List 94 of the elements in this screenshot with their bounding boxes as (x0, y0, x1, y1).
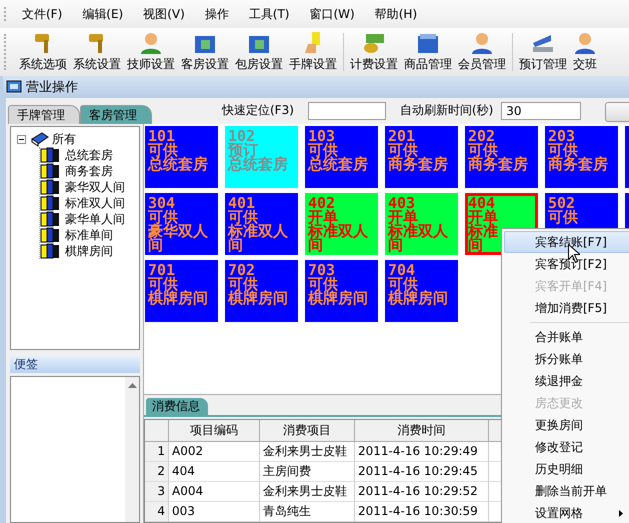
book-icon (40, 211, 62, 227)
menu-item[interactable]: 视图(V) (137, 4, 191, 24)
quick-locate-field[interactable] (308, 102, 386, 120)
person-icon (139, 31, 163, 55)
menu-item[interactable]: 设置网格 (504, 502, 629, 523)
person-icon (470, 31, 494, 55)
menu-item[interactable]: 更换房间 (504, 414, 629, 436)
book-icon (40, 195, 62, 211)
menu-item[interactable]: 编辑(E) (76, 4, 130, 24)
book-icon (40, 227, 62, 243)
menu-item[interactable]: 修改登记 (504, 436, 629, 458)
toolbar-button[interactable]: 系统选项 (17, 31, 69, 73)
menu-item[interactable]: 工具(T) (242, 4, 296, 24)
column-header[interactable]: 项目编码 (169, 420, 260, 442)
notes-area[interactable] (10, 376, 140, 523)
room-tile[interactable]: 703 可供 棋牌房间 (305, 260, 378, 322)
book-icon (40, 163, 62, 179)
room-tile[interactable]: 704 可供 棋牌房间 (385, 260, 458, 322)
window-title: 营业操作 (26, 79, 78, 96)
room-tile[interactable]: 201 可供 商务套房 (385, 126, 458, 188)
table-cell: 金利来男士皮鞋 (260, 442, 355, 462)
menu-item[interactable]: 宾客预订[F2] (504, 253, 629, 275)
tree-item[interactable]: 标准单间 (65, 226, 113, 244)
table-cell: A002 (169, 442, 260, 462)
tree-item[interactable]: 豪华双人间 (65, 178, 125, 196)
scroll-up-icon (128, 383, 136, 388)
room-tile[interactable]: 701 可供 棋牌房间 (145, 260, 218, 322)
tree-item[interactable]: 豪华单人间 (65, 210, 125, 228)
button[interactable] (605, 102, 629, 122)
menu-item[interactable]: 历史明细 (504, 458, 629, 480)
menu-item[interactable]: 增加消费[F5] (504, 297, 629, 319)
tree-item[interactable]: 总统套房 (65, 146, 113, 164)
toolbar-button[interactable]: 计费设置 (348, 31, 400, 73)
book-icon (40, 147, 62, 163)
menu-item[interactable]: 帮助(H) (368, 4, 424, 24)
book-icon (40, 179, 62, 195)
books-icon (30, 131, 50, 147)
table-cell: A004 (169, 482, 260, 502)
tab[interactable]: 手牌管理 (8, 105, 80, 124)
book-icon (40, 243, 62, 259)
toolbar-button[interactable]: 手牌设置 (287, 31, 339, 73)
toolbar-button[interactable]: 技师设置 (125, 31, 177, 73)
room-tile[interactable]: 702 可供 棋牌房间 (225, 260, 298, 322)
menu-item[interactable]: 合并账单 (504, 326, 629, 348)
table-cell: 2011-4-16 10:29:52 (355, 482, 489, 502)
row-number: 1 (145, 442, 169, 462)
field-label: 快速定位(F3) (222, 102, 294, 119)
room-tile[interactable]: 304 可供 豪华双人 间 (145, 193, 218, 255)
tree-item[interactable]: 所有 (52, 130, 76, 148)
person-icon (573, 31, 597, 55)
table-cell: 003 (169, 502, 260, 522)
toolbar-button[interactable]: 包房设置 (233, 31, 285, 73)
menu-item[interactable]: 删除当前开单 (504, 480, 629, 502)
scrollbar[interactable] (125, 377, 139, 522)
menu-item[interactable]: 操作 (198, 4, 235, 24)
toolbar-button[interactable]: 系统设置 (71, 31, 123, 73)
row-number: 4 (145, 502, 169, 522)
table-cell: 2011-4-16 10:29:49 (355, 442, 489, 462)
menu-item[interactable]: 续退押金 (504, 370, 629, 392)
column-header[interactable]: 消费项目 (260, 420, 355, 442)
table-cell: 主房间费 (260, 462, 355, 482)
room-tile[interactable]: 101 可供 总统套房 (145, 126, 218, 188)
menu-item[interactable]: 窗口(W) (304, 4, 361, 24)
table-cell: 青岛纯生 (260, 502, 355, 522)
coins-icon (362, 31, 386, 55)
toolbar-button[interactable]: 商品管理 (402, 31, 454, 73)
tab[interactable]: 客房管理 (80, 105, 152, 124)
menu-item[interactable]: 拆分账单 (504, 348, 629, 370)
menu-item[interactable]: 文件(F) (16, 4, 68, 24)
tree-item[interactable]: 商务套房 (65, 162, 113, 180)
toolbar-button[interactable]: 交班 (571, 31, 599, 73)
row-number: 3 (145, 482, 169, 502)
table-cell: 金利来男士皮鞋 (260, 482, 355, 502)
tab[interactable]: 消费信息 (146, 398, 208, 415)
collapse-toggle[interactable] (17, 134, 26, 144)
notes-header: 便签 (10, 356, 140, 373)
table-cell: 2011-4-16 10:29:45 (355, 462, 489, 482)
toolbar-button[interactable]: 客房设置 (179, 31, 231, 73)
column-header[interactable]: 消费时间 (355, 420, 489, 442)
room-tile[interactable]: 103 可供 总统套房 (305, 126, 378, 188)
tree-item[interactable]: 标准双人间 (65, 194, 125, 212)
toolbar-button[interactable]: 会员管理 (456, 31, 508, 73)
tree-item[interactable]: 棋牌房间 (65, 242, 113, 260)
row-number: 2 (145, 462, 169, 482)
room-tile[interactable]: 401 可供 标准双人 间 (225, 193, 298, 255)
field-label: 自动刷新时间(秒) (400, 102, 494, 119)
box-icon (416, 31, 440, 55)
room-tile[interactable]: 203 可供 商务套房 (545, 126, 618, 188)
table-cell: 404 (169, 462, 260, 482)
refresh-interval-field[interactable]: 30 (501, 102, 582, 120)
toolbar-button[interactable]: 预订管理 (517, 31, 569, 73)
table-cell: 2011-4-16 10:30:59 (355, 502, 489, 522)
window-icon (6, 80, 22, 94)
room-tile[interactable]: 202 可供 商务套房 (465, 126, 538, 188)
